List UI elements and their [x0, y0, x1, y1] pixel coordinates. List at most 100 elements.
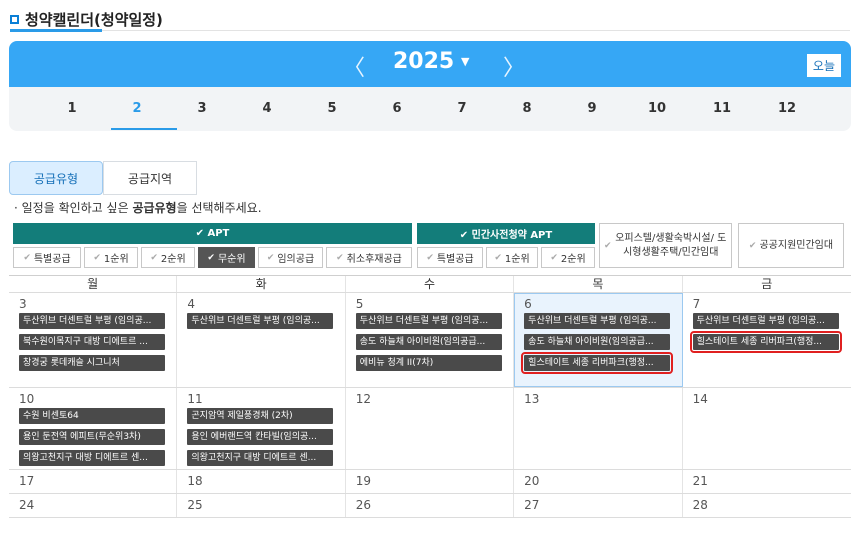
- apt-second-rank-chip[interactable]: ✔ 2순위: [141, 247, 195, 268]
- apt-resupply-chip[interactable]: ✔ 취소후재공급: [326, 247, 412, 268]
- day-cell[interactable]: 19: [346, 470, 515, 493]
- month-tab-4[interactable]: 4: [247, 101, 287, 116]
- event-item[interactable]: 두산위브 더센트럴 부평 (임의공...: [355, 313, 502, 329]
- apt-special-chip[interactable]: ✔ 특별공급: [13, 247, 81, 268]
- month-tab-1[interactable]: 1: [52, 101, 92, 116]
- day-cell[interactable]: 21: [683, 470, 851, 493]
- check-icon: ✔: [748, 240, 757, 251]
- day-cell-today[interactable]: 6 두산위브 더센트럴 부평 (임의공... 송도 하늘채 아이비원(임의공급.…: [514, 293, 683, 387]
- month-tab-10[interactable]: 10: [637, 101, 677, 116]
- month-tab-12[interactable]: 12: [767, 101, 807, 116]
- event-item[interactable]: 의왕고천지구 대방 디에트르 센...: [19, 450, 165, 466]
- event-item-highlighted[interactable]: 힐스테이트 세종 리버파크(행정...: [689, 331, 842, 353]
- day-cell[interactable]: 4 두산위브 더센트럴 부평 (임의공...: [177, 293, 346, 387]
- day-number: 24: [19, 498, 35, 512]
- event-item[interactable]: 두산위브 더센트럴 부평 (임의공...: [187, 313, 334, 329]
- day-number: 28: [692, 498, 708, 512]
- check-icon: ✔: [266, 252, 275, 263]
- month-tab-9[interactable]: 9: [572, 101, 612, 116]
- day-cell[interactable]: 27: [514, 494, 683, 517]
- day-number: 10: [19, 392, 35, 406]
- event-item[interactable]: 의왕고천지구 대방 디에트르 센...: [187, 450, 334, 466]
- event-item[interactable]: 곤지암역 제일풍경채 (2차): [187, 408, 334, 424]
- weekday-thu: 목: [514, 276, 683, 292]
- month-tab-3[interactable]: 3: [182, 101, 222, 116]
- month-tab-2[interactable]: 2: [117, 101, 157, 116]
- event-item[interactable]: 용인 에버랜드역 칸타빌(임의공...: [187, 429, 334, 445]
- day-cell[interactable]: 17: [9, 470, 178, 493]
- next-year-icon[interactable]: 〉: [503, 50, 525, 82]
- prev-year-icon[interactable]: 〈: [343, 50, 365, 82]
- active-month-indicator: [111, 128, 177, 130]
- check-icon: ✔: [550, 252, 558, 263]
- apt-arbitrary-chip[interactable]: ✔ 임의공급: [258, 247, 323, 268]
- event-item[interactable]: 두산위브 더센트럴 부평 (임의공...: [692, 313, 839, 329]
- month-tab-5[interactable]: 5: [312, 101, 352, 116]
- day-number: 25: [187, 498, 203, 512]
- calendar-grid: 월 화 수 목 금 3 두산위브 더센트럴 부평 (임의공... 북수원이목지구…: [9, 275, 851, 518]
- page-title: 청약캘린더(청약일정): [25, 10, 163, 29]
- day-number: 6: [524, 297, 532, 311]
- month-tab-6[interactable]: 6: [377, 101, 417, 116]
- event-item[interactable]: 에비뉴 청계 II(7차): [355, 355, 502, 371]
- year-dropdown-icon[interactable]: ▼: [461, 55, 469, 68]
- day-cell[interactable]: 18: [177, 470, 346, 493]
- tab-supply-type[interactable]: 공급유형: [9, 161, 103, 195]
- private-second-rank-chip[interactable]: ✔ 2순위: [541, 247, 595, 268]
- check-icon: ✔: [23, 252, 31, 263]
- day-cell[interactable]: 12: [346, 388, 515, 469]
- event-item[interactable]: 용인 둔전역 에피트(무순위3차): [19, 429, 165, 445]
- day-cell[interactable]: 13: [514, 388, 683, 469]
- week-row: 3 두산위브 더센트럴 부평 (임의공... 북수원이목지구 대방 디에트르 .…: [9, 293, 851, 388]
- month-tab-11[interactable]: 11: [702, 101, 742, 116]
- event-item[interactable]: 창경궁 롯데캐슬 시그니처: [19, 355, 165, 371]
- tab-supply-region[interactable]: 공급지역: [103, 161, 197, 195]
- event-item[interactable]: 송도 하늘채 아이비원(임의공급...: [355, 334, 502, 350]
- month-tab-7[interactable]: 7: [442, 101, 482, 116]
- officetel-chip[interactable]: ✔ 오피스텔/생활숙박시설/ 도시형생활주택/민간임대: [599, 223, 732, 268]
- private-special-chip[interactable]: ✔ 특별공급: [417, 247, 483, 268]
- day-number: 26: [355, 498, 372, 512]
- day-number: 14: [692, 392, 708, 406]
- day-number: 5: [355, 297, 364, 311]
- apt-group-header[interactable]: ✔ APT: [13, 223, 412, 244]
- event-item-highlighted[interactable]: 힐스테이트 세종 리버파크(행정...: [521, 352, 674, 374]
- day-cell[interactable]: 3 두산위브 더센트럴 부평 (임의공... 북수원이목지구 대방 디에트르 .…: [9, 293, 178, 387]
- month-selector: 1 2 3 4 5 6 7 8 9 10 11 12: [9, 87, 851, 131]
- day-cell[interactable]: 28: [683, 494, 851, 517]
- private-presale-group-header[interactable]: ✔ 민간사전청약 APT: [417, 223, 595, 244]
- day-number: 7: [692, 297, 701, 311]
- day-cell[interactable]: 24: [9, 494, 178, 517]
- event-item[interactable]: 두산위브 더센트럴 부평 (임의공...: [524, 313, 671, 329]
- year-label[interactable]: 2025: [393, 49, 454, 74]
- day-cell[interactable]: 14: [683, 388, 851, 469]
- instruction-text: · 일정을 확인하고 싶은 공급유형을 선택해주세요.: [14, 201, 262, 215]
- day-number: 27: [524, 498, 540, 512]
- day-number: 3: [19, 297, 27, 311]
- weekday-header: 월 화 수 목 금: [9, 276, 851, 293]
- check-icon: ✔: [494, 252, 502, 263]
- day-cell[interactable]: 5 두산위브 더센트럴 부평 (임의공... 송도 하늘채 아이비원(임의공급.…: [346, 293, 515, 387]
- day-cell[interactable]: 10 수원 비센토64 용인 둔전역 에피트(무순위3차) 의왕고천지구 대방 …: [9, 388, 178, 469]
- weekday-wed: 수: [346, 276, 515, 292]
- month-tab-8[interactable]: 8: [507, 101, 547, 116]
- check-icon: ✔: [426, 252, 434, 263]
- today-button[interactable]: 오늘: [806, 54, 841, 77]
- check-icon: ✔: [93, 252, 101, 263]
- event-item[interactable]: 북수원이목지구 대방 디에트르 ...: [19, 334, 165, 350]
- event-item[interactable]: 두산위브 더센트럴 부평 (임의공...: [19, 313, 165, 329]
- day-cell[interactable]: 25: [177, 494, 346, 517]
- weekday-fri: 금: [761, 277, 773, 291]
- event-item[interactable]: 송도 하늘채 아이비원(임의공급...: [524, 334, 671, 350]
- day-cell[interactable]: 11 곤지암역 제일풍경채 (2차) 용인 에버랜드역 칸타빌(임의공... 의…: [177, 388, 346, 469]
- day-cell[interactable]: 20: [514, 470, 683, 493]
- apt-no-rank-chip[interactable]: ✔ 무순위: [198, 247, 255, 268]
- day-cell[interactable]: 26: [346, 494, 515, 517]
- event-item[interactable]: 수원 비센토64: [19, 408, 165, 424]
- header-accent: [10, 29, 102, 32]
- private-first-rank-chip[interactable]: ✔ 1순위: [486, 247, 538, 268]
- day-number: 11: [187, 392, 203, 406]
- day-cell[interactable]: 7 두산위브 더센트럴 부평 (임의공... 힐스테이트 세종 리버파크(행정.…: [683, 293, 851, 387]
- apt-first-rank-chip[interactable]: ✔ 1순위: [84, 247, 138, 268]
- public-rental-chip[interactable]: ✔ 공공지원민간임대: [738, 223, 844, 268]
